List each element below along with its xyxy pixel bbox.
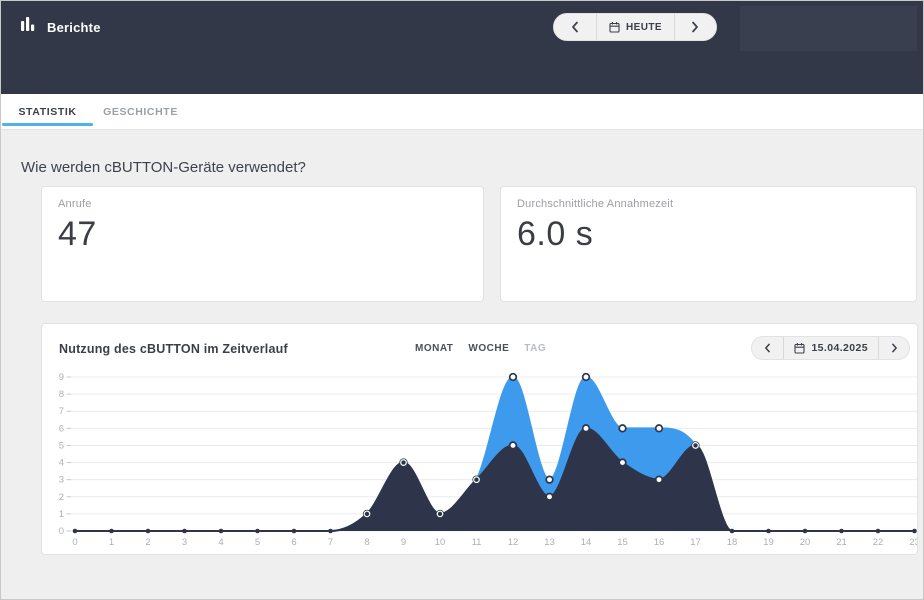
chart-date-next-button[interactable] xyxy=(878,337,909,359)
stat-card-anrufe: Anrufe 47 xyxy=(41,186,484,302)
stat-value: 47 xyxy=(58,215,467,254)
chart-date-label: 15.04.2025 xyxy=(811,342,868,354)
chart-date-prev-button[interactable] xyxy=(752,337,783,359)
svg-text:5: 5 xyxy=(59,440,64,451)
header-date-label: HEUTE xyxy=(626,22,662,33)
chart-card: Nutzung des cBUTTON im Zeitverlauf MONAT… xyxy=(41,323,918,555)
svg-text:3: 3 xyxy=(182,537,187,548)
svg-text:22: 22 xyxy=(873,537,884,548)
svg-text:12: 12 xyxy=(508,537,519,548)
stat-card-annahmezeit: Durchschnittliche Annahmezeit 6.0 s xyxy=(500,186,917,302)
svg-text:23: 23 xyxy=(909,537,917,548)
chevron-right-icon xyxy=(891,343,898,353)
svg-text:0: 0 xyxy=(59,526,64,537)
header-date-prev-button[interactable] xyxy=(554,14,596,40)
tab-geschichte-label: GESCHICHTE xyxy=(103,106,178,118)
header-date-nav: HEUTE xyxy=(553,13,717,41)
svg-text:18: 18 xyxy=(727,537,738,548)
svg-text:13: 13 xyxy=(544,537,555,548)
calendar-icon xyxy=(794,342,805,354)
svg-text:14: 14 xyxy=(581,537,592,548)
svg-text:1: 1 xyxy=(109,537,114,548)
svg-text:4: 4 xyxy=(218,537,223,548)
svg-text:4: 4 xyxy=(59,458,64,469)
svg-text:17: 17 xyxy=(690,537,701,548)
stat-label: Anrufe xyxy=(58,198,467,210)
berichte-page: Berichte HEUTE xyxy=(0,0,924,600)
brand: Berichte xyxy=(20,16,101,38)
svg-text:6: 6 xyxy=(59,423,64,434)
period-option-tag[interactable]: TAG xyxy=(524,343,546,354)
usage-area-chart: 0123456789012345678910111213141516171819… xyxy=(48,364,917,550)
period-option-woche[interactable]: WOCHE xyxy=(468,343,509,354)
svg-text:8: 8 xyxy=(364,537,369,548)
chart-date-nav: 15.04.2025 xyxy=(751,336,910,360)
svg-text:3: 3 xyxy=(59,475,64,486)
app-header: Berichte HEUTE xyxy=(1,1,923,94)
active-tab-underline xyxy=(2,123,93,126)
chart-title: Nutzung des cBUTTON im Zeitverlauf xyxy=(59,342,288,356)
page-title: Berichte xyxy=(47,20,101,35)
header-highlight xyxy=(740,6,917,51)
chevron-left-icon xyxy=(571,21,579,33)
tab-statistik[interactable]: STATISTIK xyxy=(1,94,94,129)
bar-chart-icon xyxy=(20,16,36,38)
chevron-right-icon xyxy=(691,21,699,33)
svg-text:7: 7 xyxy=(328,537,333,548)
svg-text:11: 11 xyxy=(472,537,482,548)
tab-bar: STATISTIK GESCHICHTE xyxy=(1,94,923,130)
svg-text:9: 9 xyxy=(59,372,64,383)
svg-text:5: 5 xyxy=(255,537,260,548)
svg-text:19: 19 xyxy=(763,537,774,548)
svg-text:8: 8 xyxy=(59,389,64,400)
svg-text:20: 20 xyxy=(800,537,811,548)
stat-value: 6.0 s xyxy=(517,215,900,254)
svg-text:10: 10 xyxy=(435,537,446,548)
svg-text:9: 9 xyxy=(401,537,406,548)
section-question: Wie werden cBUTTON-Geräte verwendet? xyxy=(21,159,923,176)
stat-cards-row: Anrufe 47 Durchschnittliche Annahmezeit … xyxy=(41,186,923,302)
stat-label: Durchschnittliche Annahmezeit xyxy=(517,198,900,210)
svg-text:21: 21 xyxy=(836,537,847,548)
svg-text:15: 15 xyxy=(617,537,628,548)
svg-text:2: 2 xyxy=(59,492,64,503)
svg-text:7: 7 xyxy=(59,406,64,417)
period-toggle: MONAT WOCHE TAG xyxy=(415,343,546,354)
tab-statistik-label: STATISTIK xyxy=(18,106,76,118)
svg-text:16: 16 xyxy=(654,537,665,548)
period-option-monat[interactable]: MONAT xyxy=(415,343,453,354)
svg-text:1: 1 xyxy=(59,509,64,520)
svg-text:0: 0 xyxy=(72,537,77,548)
chart-date-button[interactable]: 15.04.2025 xyxy=(783,337,878,359)
tab-geschichte[interactable]: GESCHICHTE xyxy=(94,94,187,129)
header-date-next-button[interactable] xyxy=(674,14,716,40)
calendar-icon xyxy=(609,21,620,33)
svg-text:2: 2 xyxy=(145,537,150,548)
chevron-left-icon xyxy=(764,343,771,353)
svg-text:6: 6 xyxy=(291,537,296,548)
header-date-today-button[interactable]: HEUTE xyxy=(596,14,674,40)
